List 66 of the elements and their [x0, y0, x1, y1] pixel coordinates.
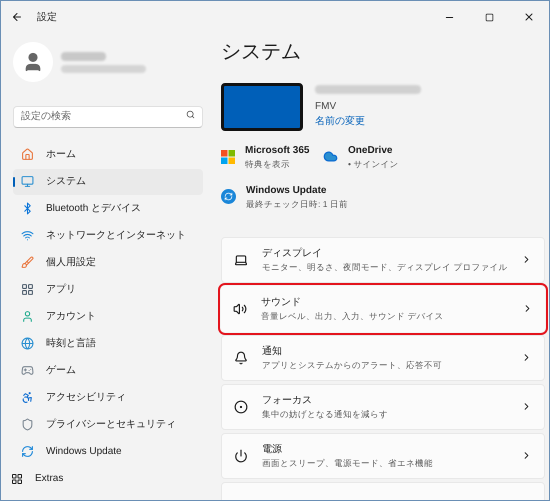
- search-field[interactable]: 設定の検索: [13, 106, 203, 128]
- four-squares-icon: [221, 150, 235, 164]
- sidebar-item[interactable]: ネットワークとインターネット: [13, 222, 203, 248]
- sidebar-item[interactable]: アプリ: [13, 276, 203, 302]
- settings-card[interactable]: サウンド 音量レベル、出力、入力、サウンド デバイス: [221, 286, 546, 332]
- refresh-icon: [21, 445, 34, 458]
- extras-icon: [11, 472, 23, 484]
- settings-card[interactable]: 通知 アプリとシステムからのアラート、応答不可: [221, 334, 546, 380]
- apps-icon: [21, 283, 34, 296]
- back-icon[interactable]: [11, 11, 23, 23]
- tile-title: Microsoft 365: [245, 144, 310, 158]
- laptop-icon: [234, 252, 248, 266]
- card-title: 通知: [262, 344, 283, 359]
- rename-link[interactable]: 名前の変更: [315, 114, 421, 129]
- tile-subtitle: 特典を表示: [245, 158, 291, 171]
- maximize-icon: [484, 12, 494, 22]
- cloud-icon: [323, 149, 338, 164]
- page-title: システム: [221, 40, 302, 65]
- card-subtitle: 画面とスリープ、電源モード、省エネ機能: [262, 456, 434, 470]
- settings-card[interactable]: フォーカス 集中の妨げとなる通知を減らす: [221, 384, 546, 430]
- speaker-icon: [233, 302, 247, 316]
- card-subtitle: アプリとシステムからのアラート、応答不可: [262, 358, 443, 372]
- sidebar-item[interactable]: Bluetooth とデバイス: [13, 196, 203, 222]
- home-icon: [21, 148, 34, 161]
- refresh-icon: [221, 189, 236, 204]
- card-title: ディスプレイ: [262, 246, 323, 261]
- monitor-icon: [21, 175, 34, 188]
- window-title: 設定: [37, 10, 57, 24]
- sidebar-item[interactable]: Extras: [11, 466, 203, 492]
- sidebar-item[interactable]: ゲーム: [13, 358, 203, 384]
- tile-title: Windows Update: [246, 184, 328, 198]
- gamepad-icon: [21, 364, 34, 377]
- shield-icon: [21, 418, 34, 431]
- sidebar-item[interactable]: 時刻と言語: [13, 330, 203, 356]
- power-icon: [234, 448, 248, 462]
- card-subtitle: 音量レベル、出力、入力、サウンド デバイス: [261, 310, 444, 322]
- sidebar-item[interactable]: アクセシビリティ: [13, 384, 203, 410]
- focus-icon: [234, 400, 248, 414]
- card-title: サウンド: [261, 296, 302, 310]
- card-title: 電源: [262, 442, 283, 457]
- accessibility-icon: [21, 391, 34, 404]
- tile-title: OneDrive: [348, 144, 394, 158]
- tile-subtitle: 最終チェック日時: 1 日前: [246, 198, 348, 210]
- card-title: フォーカス: [262, 394, 313, 408]
- brush-icon: [21, 256, 34, 269]
- avatar-icon: [13, 42, 53, 82]
- close-icon: [523, 11, 535, 23]
- search-icon: [186, 110, 195, 119]
- card-subtitle: 集中の妨げとなる通知を減らす: [262, 408, 389, 420]
- blurred-name: [61, 52, 106, 60]
- sidebar-item[interactable]: アカウント: [13, 304, 203, 330]
- selection-indicator: [13, 176, 15, 186]
- bell-icon: [234, 350, 248, 364]
- globe-icon: [21, 337, 34, 350]
- tile-subtitle: • サインイン: [348, 158, 398, 171]
- device-model: FMV: [315, 100, 338, 114]
- sidebar-item[interactable]: ホーム: [13, 142, 203, 168]
- sidebar-item[interactable]: プライバシーとセキュリティ: [13, 412, 203, 438]
- sidebar-item[interactable]: システム: [13, 168, 203, 194]
- sidebar-item[interactable]: 個人用設定: [13, 250, 203, 276]
- settings-card[interactable]: 電源 画面とスリープ、電源モード、省エネ機能: [221, 432, 546, 478]
- sidebar-item[interactable]: Windows Update: [13, 438, 203, 464]
- bluetooth-icon: [21, 202, 34, 215]
- user-icon: [21, 310, 34, 323]
- settings-card[interactable]: ディスプレイ モニター、明るさ、夜間モード、ディスプレイ プロファイル: [221, 236, 546, 282]
- card-subtitle: モニター、明るさ、夜間モード、ディスプレイ プロファイル: [262, 260, 508, 274]
